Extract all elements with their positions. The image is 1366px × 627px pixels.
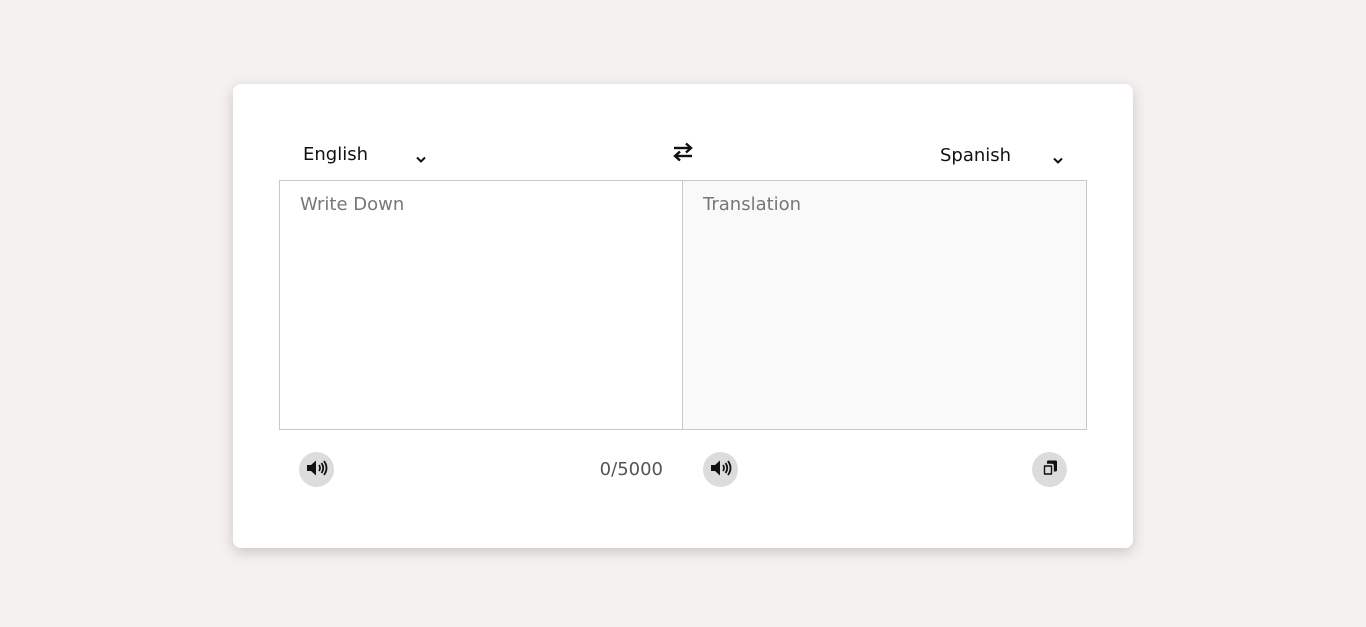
character-counter: 0/5000: [599, 459, 663, 480]
source-text-input[interactable]: Write Down: [279, 180, 683, 430]
translation-placeholder: Translation: [703, 194, 802, 215]
chevron-down-icon: [416, 148, 426, 169]
swap-arrows-icon: [671, 140, 695, 168]
speaker-icon: [306, 459, 328, 481]
speaker-icon: [710, 459, 732, 481]
translation-output: Translation: [682, 180, 1087, 430]
translator-card: English Spanish Write Down Translation 0…: [233, 84, 1133, 548]
chevron-down-icon: [1053, 149, 1063, 170]
copy-translation-button[interactable]: [1032, 452, 1067, 487]
speak-source-button[interactable]: [299, 452, 334, 487]
source-language-select[interactable]: English: [303, 140, 428, 168]
speak-translation-button[interactable]: [703, 452, 738, 487]
copy-icon: [1041, 459, 1059, 481]
controls-row: 0/5000: [279, 450, 1087, 490]
source-language-label: English: [303, 143, 368, 165]
language-row: English Spanish: [279, 136, 1087, 172]
text-panes: Write Down Translation: [279, 180, 1087, 430]
swap-languages-button[interactable]: [669, 140, 697, 168]
source-text-placeholder: Write Down: [300, 194, 405, 215]
target-language-select[interactable]: Spanish: [940, 140, 1065, 168]
target-language-label: Spanish: [940, 144, 1012, 166]
